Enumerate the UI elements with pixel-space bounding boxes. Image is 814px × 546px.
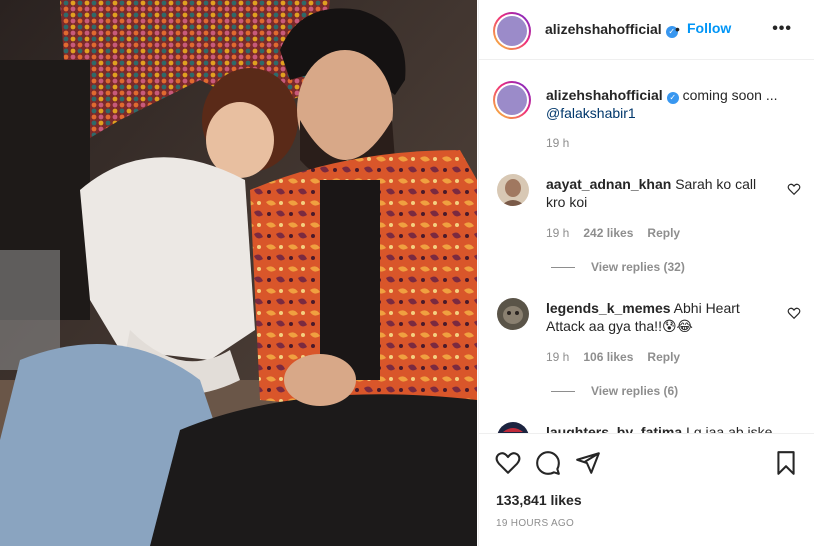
comment-username[interactable]: laughters_by_fatima — [546, 424, 682, 433]
commenter-avatar[interactable] — [497, 174, 529, 206]
caption-mention[interactable]: @falakshabir1 — [546, 105, 636, 121]
header-separator: • — [675, 21, 680, 37]
comment-item: legends_k_memes Abhi Heart Attack aa gya… — [546, 299, 776, 335]
comments-list[interactable]: alizehshahofficial ✓ coming soon ... @fal… — [479, 61, 814, 433]
view-replies-button[interactable]: View replies (6) — [551, 384, 678, 398]
post-header: alizehshahofficial ✓ • Follow ••• — [479, 0, 814, 60]
comment-username[interactable]: aayat_adnan_khan — [546, 176, 671, 192]
likes-count[interactable]: 133,841 likes — [496, 492, 582, 508]
caption-text: coming soon ... — [682, 87, 778, 103]
caption-time: 19 h — [546, 136, 570, 150]
like-comment-heart-icon[interactable] — [787, 182, 801, 196]
commenter-avatar[interactable] — [497, 298, 529, 330]
like-comment-heart-icon[interactable] — [787, 306, 801, 320]
heart-icon[interactable] — [495, 450, 521, 476]
post-photo[interactable] — [0, 0, 477, 546]
comment-likes[interactable]: 106 likes — [583, 350, 633, 364]
comment-meta: 19 h 106 likes Reply — [546, 350, 681, 364]
post-side-panel: alizehshahofficial ✓ • Follow ••• alizehs… — [478, 0, 814, 546]
commenter-avatar[interactable] — [497, 422, 529, 433]
post-timestamp: 19 HOURS AGO — [496, 518, 575, 529]
comment-item: aayat_adnan_khan Sarah ko call kro koi — [546, 175, 776, 211]
verified-badge-icon: ✓ — [666, 92, 679, 104]
caption-avatar[interactable] — [493, 81, 531, 119]
comment-item: laughters_by_fatima Lg jaa ab iske — [546, 423, 776, 433]
comment-icon[interactable] — [535, 450, 561, 476]
reply-button[interactable]: Reply — [647, 226, 680, 240]
send-icon[interactable] — [575, 450, 601, 476]
caption-username[interactable]: alizehshahofficial — [546, 87, 663, 103]
comment-username[interactable]: legends_k_memes — [546, 300, 671, 316]
follow-button[interactable]: Follow — [687, 20, 731, 36]
post-image — [0, 0, 477, 546]
more-options-icon[interactable]: ••• — [772, 20, 792, 38]
post-actions: 133,841 likes 19 HOURS AGO — [479, 433, 814, 546]
author-username[interactable]: alizehshahofficial ✓ — [545, 21, 678, 38]
author-avatar[interactable] — [493, 12, 531, 50]
reply-button[interactable]: Reply — [647, 350, 680, 364]
caption: alizehshahofficial ✓ coming soon ... @fal… — [546, 86, 796, 122]
comment-likes[interactable]: 242 likes — [583, 226, 633, 240]
comment-text: Lg jaa ab iske — [686, 424, 773, 433]
view-replies-button[interactable]: View replies (32) — [551, 260, 685, 274]
comment-meta: 19 h 242 likes Reply — [546, 226, 681, 240]
bookmark-icon[interactable] — [773, 450, 799, 476]
